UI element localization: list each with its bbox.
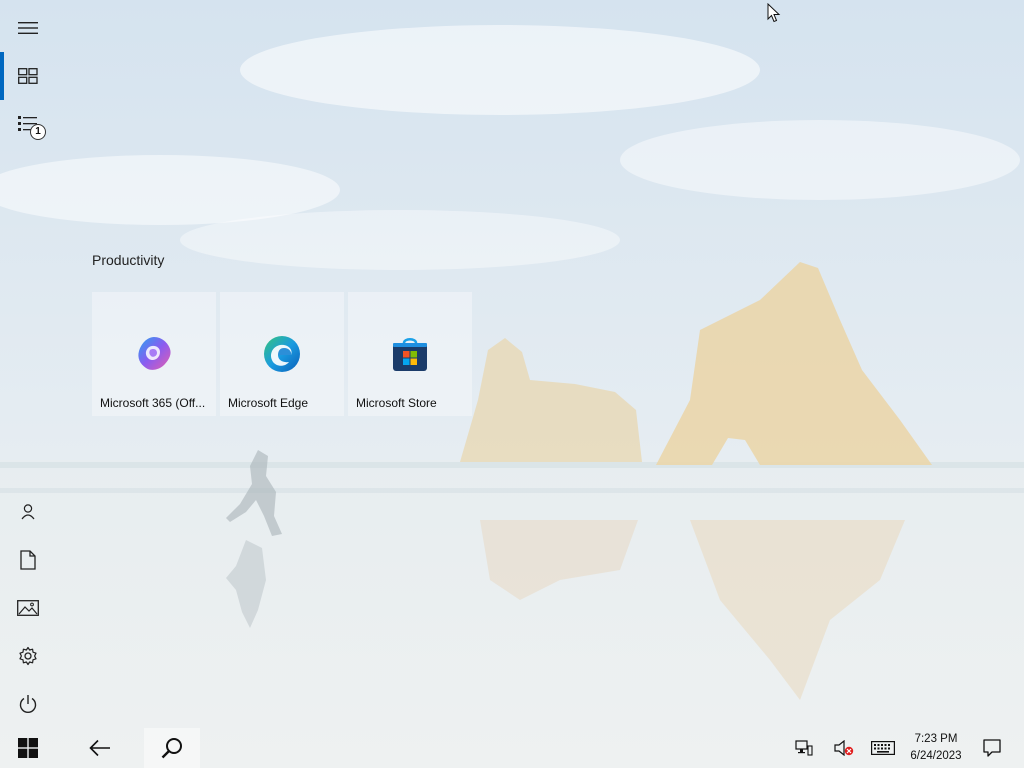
tile-microsoft-store[interactable]: Microsoft Store [348, 292, 472, 416]
settings-button[interactable] [0, 632, 56, 680]
windows-start-icon [18, 738, 38, 758]
microsoft-365-icon [134, 334, 174, 374]
power-icon [19, 695, 37, 713]
start-button[interactable] [0, 728, 56, 768]
tile-label: Microsoft Edge [228, 396, 309, 410]
settings-gear-icon [19, 646, 37, 666]
pictures-button[interactable] [0, 584, 56, 632]
volume-muted-icon [834, 740, 854, 756]
clock[interactable]: 7:23 PM 6/24/2023 [900, 731, 972, 765]
all-apps-button[interactable] [0, 100, 56, 148]
power-button[interactable] [0, 680, 56, 728]
tile-group-title: Productivity [92, 252, 165, 268]
edge-icon [262, 334, 302, 374]
all-apps-badge: 1 [30, 124, 46, 140]
pinned-tiles-icon [18, 68, 38, 84]
network-icon [795, 740, 813, 756]
documents-icon [20, 550, 36, 570]
tile-label: Microsoft 365 (Off... [100, 396, 206, 410]
notifications-icon [983, 739, 1001, 757]
tile-label: Microsoft Store [356, 396, 437, 410]
back-button[interactable] [76, 728, 124, 768]
store-icon [390, 334, 430, 374]
cursor-arrow-icon [767, 2, 781, 23]
user-account-button[interactable] [0, 488, 56, 536]
tile-microsoft-365[interactable]: Microsoft 365 (Off... [92, 292, 216, 416]
search-icon [161, 738, 182, 759]
network-button[interactable] [790, 728, 818, 768]
expand-menu-button[interactable] [0, 4, 56, 52]
search-button[interactable] [144, 728, 200, 768]
tile-microsoft-edge[interactable]: Microsoft Edge [220, 292, 344, 416]
taskbar: 7:23 PM 6/24/2023 [0, 728, 1024, 768]
volume-button[interactable] [830, 728, 858, 768]
action-center-button[interactable] [978, 728, 1006, 768]
back-arrow-icon [89, 739, 110, 757]
clock-time: 7:23 PM [914, 733, 958, 745]
documents-button[interactable] [0, 536, 56, 584]
clock-date: 6/24/2023 [910, 750, 962, 762]
keyboard-icon [871, 741, 895, 755]
hamburger-menu-icon [18, 22, 38, 34]
pinned-tiles-button[interactable] [0, 52, 56, 100]
user-icon [21, 504, 35, 520]
mouse-cursor [767, 2, 781, 28]
start-left-rail: 1 [0, 0, 56, 728]
touch-keyboard-button[interactable] [868, 728, 898, 768]
pictures-icon [17, 600, 39, 616]
